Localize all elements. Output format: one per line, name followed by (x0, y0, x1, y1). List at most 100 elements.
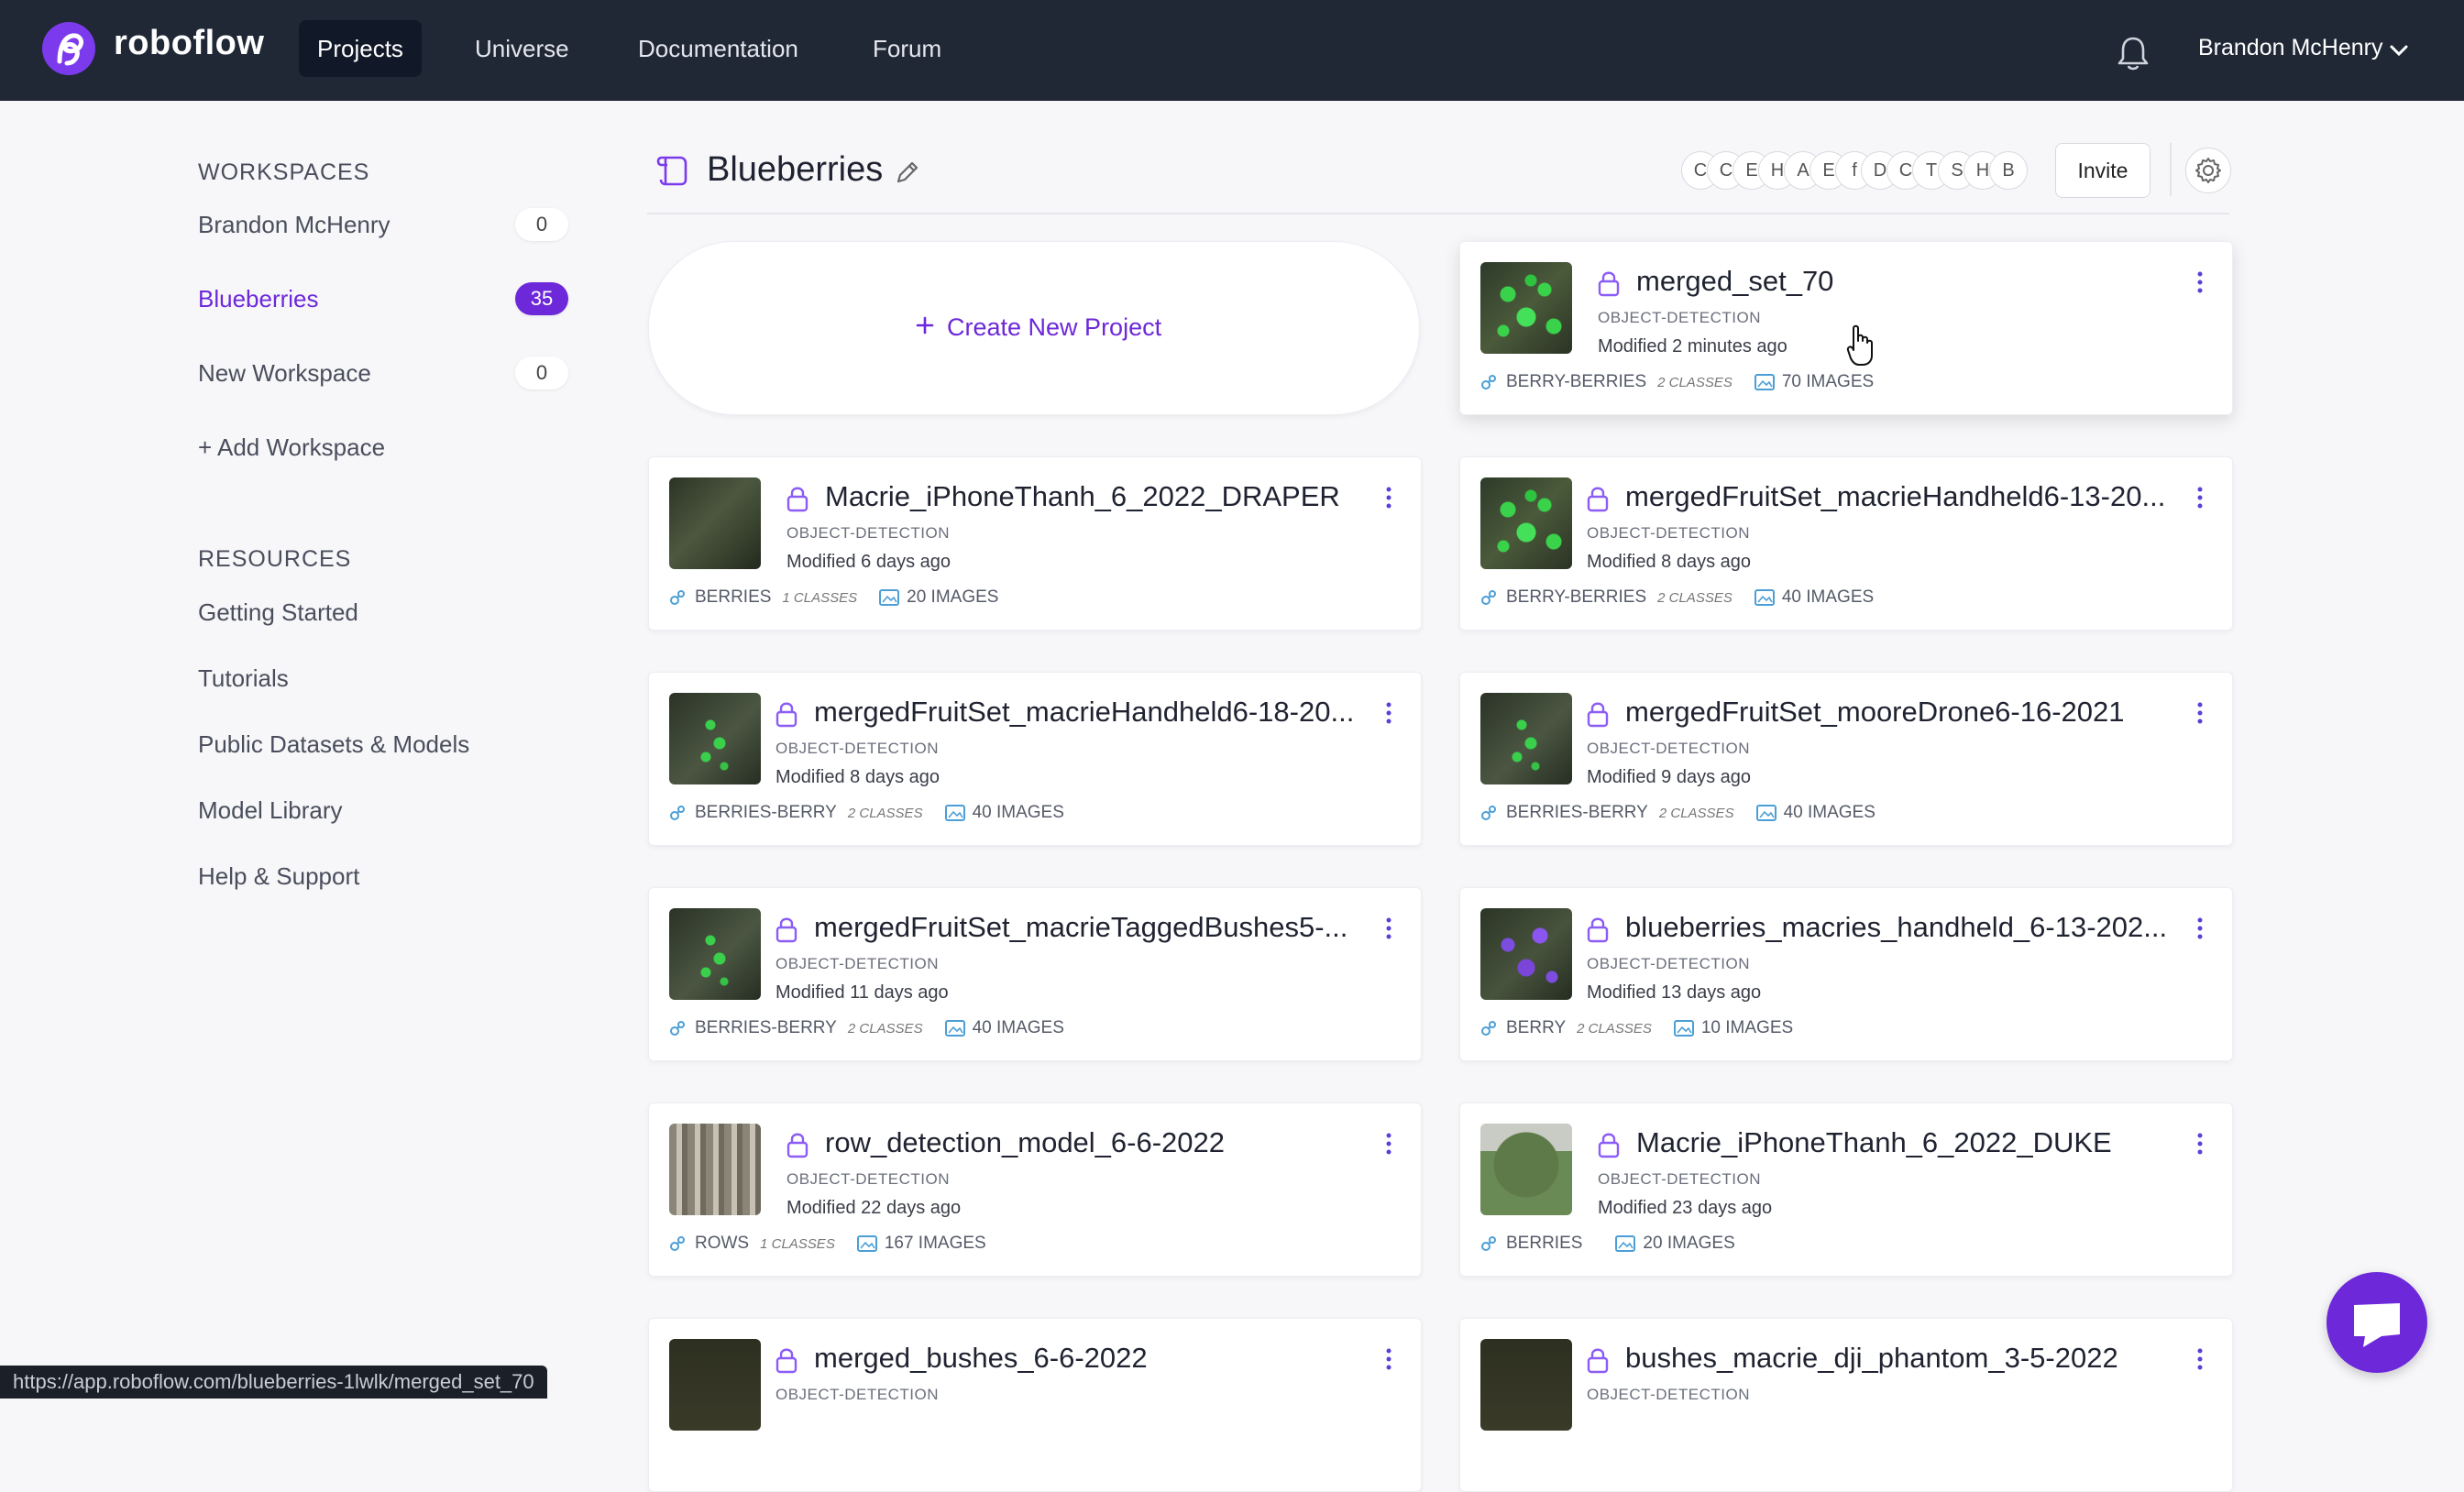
project-modified-time: Modified 9 days ago (1587, 767, 1752, 787)
more-options-icon[interactable] (1384, 1131, 1393, 1157)
more-options-icon[interactable] (1384, 700, 1393, 726)
images-icon (944, 1020, 965, 1037)
classes-count: 2 CLASSES (1658, 805, 1734, 821)
project-card[interactable]: mergedFruitSet_macrieHandheld6-18-20... O… (648, 672, 1422, 846)
lock-icon (786, 487, 808, 512)
invite-button[interactable]: Invite (2055, 143, 2150, 198)
workspace-settings-button[interactable] (2185, 148, 2231, 193)
nav-documentation[interactable]: Documentation (620, 20, 817, 77)
project-thumbnail[interactable] (1480, 477, 1572, 569)
resource-tutorials[interactable]: Tutorials (198, 664, 289, 693)
project-card[interactable]: Macrie_iPhoneThanh_6_2022_DRAPER OBJECT-D… (648, 456, 1422, 631)
classes-name: BERRIES (695, 587, 772, 607)
nav-projects[interactable]: Projects (299, 20, 422, 77)
images-icon (856, 1235, 877, 1252)
project-card[interactable]: mergedFruitSet_macrieTaggedBushes5-... OB… (648, 887, 1422, 1061)
more-options-icon[interactable] (2195, 700, 2205, 726)
project-card[interactable]: Macrie_iPhoneThanh_6_2022_DUKE OBJECT-DET… (1459, 1103, 2233, 1277)
project-meta-row: BERRIES-BERRY 2 CLASSES 40 IMAGES (669, 1018, 1064, 1042)
project-meta-row: BERRIES-BERRY 2 CLASSES 40 IMAGES (1480, 803, 1876, 827)
more-options-icon[interactable] (1384, 1346, 1393, 1372)
project-thumbnail[interactable] (1480, 262, 1572, 354)
images-icon (944, 805, 965, 821)
project-thumbnail[interactable] (1480, 693, 1572, 784)
project-type: OBJECT-DETECTION (1598, 1170, 1762, 1188)
chat-support-button[interactable] (2326, 1272, 2427, 1373)
project-modified-time: Modified 2 minutes ago (1598, 336, 1788, 357)
resource-model-library[interactable]: Model Library (198, 796, 343, 825)
pencil-edit-icon[interactable] (894, 159, 921, 186)
resource-public-datasets[interactable]: Public Datasets & Models (198, 730, 469, 759)
images-icon (1755, 805, 1776, 821)
project-meta-row: BERRIES-BERRY 2 CLASSES 40 IMAGES (669, 803, 1064, 827)
resource-help-support[interactable]: Help & Support (198, 862, 359, 891)
create-new-project-button[interactable]: Create New Project (648, 241, 1420, 415)
classes-icon (1481, 806, 1496, 820)
project-name[interactable]: merged_set_70 (1636, 265, 1833, 298)
project-name[interactable]: merged_bushes_6-6-2022 (814, 1342, 1148, 1375)
workspace-brandon-mchenry[interactable]: Brandon McHenry (198, 211, 390, 239)
project-thumbnail[interactable] (669, 477, 761, 569)
classes-name: BERRIES-BERRY (695, 1018, 837, 1037)
workspace-blueberries[interactable]: Blueberries (198, 285, 319, 313)
project-card[interactable]: bushes_macrie_dji_phantom_3-5-2022 OBJECT… (1459, 1318, 2233, 1492)
project-card[interactable]: mergedFruitSet_macrieHandheld6-13-20... O… (1459, 456, 2233, 631)
logo-text[interactable]: roboflow (114, 24, 264, 63)
project-name[interactable]: bushes_macrie_dji_phantom_3-5-2022 (1625, 1342, 2118, 1375)
project-name[interactable]: mergedFruitSet_mooreDrone6-16-2021 (1625, 696, 2125, 729)
project-modified-time: Modified 6 days ago (786, 552, 952, 572)
plus-icon (916, 316, 934, 335)
avatar[interactable]: B (1989, 151, 2028, 190)
more-options-icon[interactable] (1384, 916, 1393, 941)
workspace-count-badge: 0 (515, 357, 568, 389)
workspace-new-workspace[interactable]: New Workspace (198, 359, 371, 388)
project-card[interactable]: blueberries_macries_handheld_6-13-202...… (1459, 887, 2233, 1061)
project-thumbnail[interactable] (669, 1339, 761, 1431)
project-thumbnail[interactable] (1480, 908, 1572, 1000)
more-options-icon[interactable] (2195, 269, 2205, 295)
more-options-icon[interactable] (1384, 485, 1393, 510)
project-thumbnail[interactable] (1480, 1124, 1572, 1215)
images-count: 40 IMAGES (1781, 587, 1875, 607)
project-name[interactable]: Macrie_iPhoneThanh_6_2022_DRAPER (825, 480, 1340, 513)
project-type: OBJECT-DETECTION (776, 955, 940, 972)
add-workspace-link[interactable]: + Add Workspace (198, 433, 385, 462)
user-menu-name[interactable]: Brandon McHenry (2198, 35, 2382, 61)
resource-getting-started[interactable]: Getting Started (198, 598, 358, 627)
project-type: OBJECT-DETECTION (1587, 524, 1751, 542)
project-name[interactable]: Macrie_iPhoneThanh_6_2022_DUKE (1636, 1126, 2112, 1159)
bell-icon[interactable] (2116, 35, 2150, 71)
roboflow-logo-icon[interactable] (41, 21, 96, 76)
project-thumbnail[interactable] (669, 908, 761, 1000)
lock-icon (776, 702, 798, 728)
more-options-icon[interactable] (2195, 485, 2205, 510)
project-name[interactable]: blueberries_macries_handheld_6-13-202... (1625, 911, 2167, 944)
chevron-down-icon[interactable] (2389, 40, 2409, 60)
project-card[interactable]: row_detection_model_6-6-2022 OBJECT-DETEC… (648, 1103, 1422, 1277)
project-thumbnail[interactable] (669, 693, 761, 784)
nav-forum[interactable]: Forum (854, 20, 960, 77)
project-thumbnail[interactable] (1480, 1339, 1572, 1431)
header-separator (647, 213, 2229, 214)
nav-universe[interactable]: Universe (456, 20, 588, 77)
project-modified-time: Modified 8 days ago (776, 767, 940, 787)
lock-icon (1587, 917, 1609, 943)
project-card[interactable]: merged_bushes_6-6-2022 OBJECT-DETECTION (648, 1318, 1422, 1492)
top-navbar: roboflow Projects Universe Documentation… (0, 0, 2464, 101)
project-name[interactable]: mergedFruitSet_macrieHandheld6-18-20... (814, 696, 1354, 729)
project-card[interactable]: mergedFruitSet_mooreDrone6-16-2021 OBJECT… (1459, 672, 2233, 846)
workspace-count-badge: 0 (515, 208, 568, 241)
project-name[interactable]: row_detection_model_6-6-2022 (825, 1126, 1225, 1159)
images-count: 20 IMAGES (1643, 1234, 1735, 1253)
project-thumbnail[interactable] (669, 1124, 761, 1215)
classes-name: BERRY-BERRIES (1506, 372, 1647, 391)
project-name[interactable]: mergedFruitSet_macrieTaggedBushes5-... (814, 911, 1348, 944)
images-count: 40 IMAGES (1783, 803, 1876, 822)
more-options-icon[interactable] (2195, 1131, 2205, 1157)
classes-count: 2 CLASSES (1657, 374, 1732, 390)
project-name[interactable]: mergedFruitSet_macrieHandheld6-13-20... (1625, 480, 2165, 513)
project-type: OBJECT-DETECTION (786, 1170, 951, 1188)
more-options-icon[interactable] (2195, 916, 2205, 941)
classes-count: 1 CLASSES (760, 1235, 835, 1252)
more-options-icon[interactable] (2195, 1346, 2205, 1372)
